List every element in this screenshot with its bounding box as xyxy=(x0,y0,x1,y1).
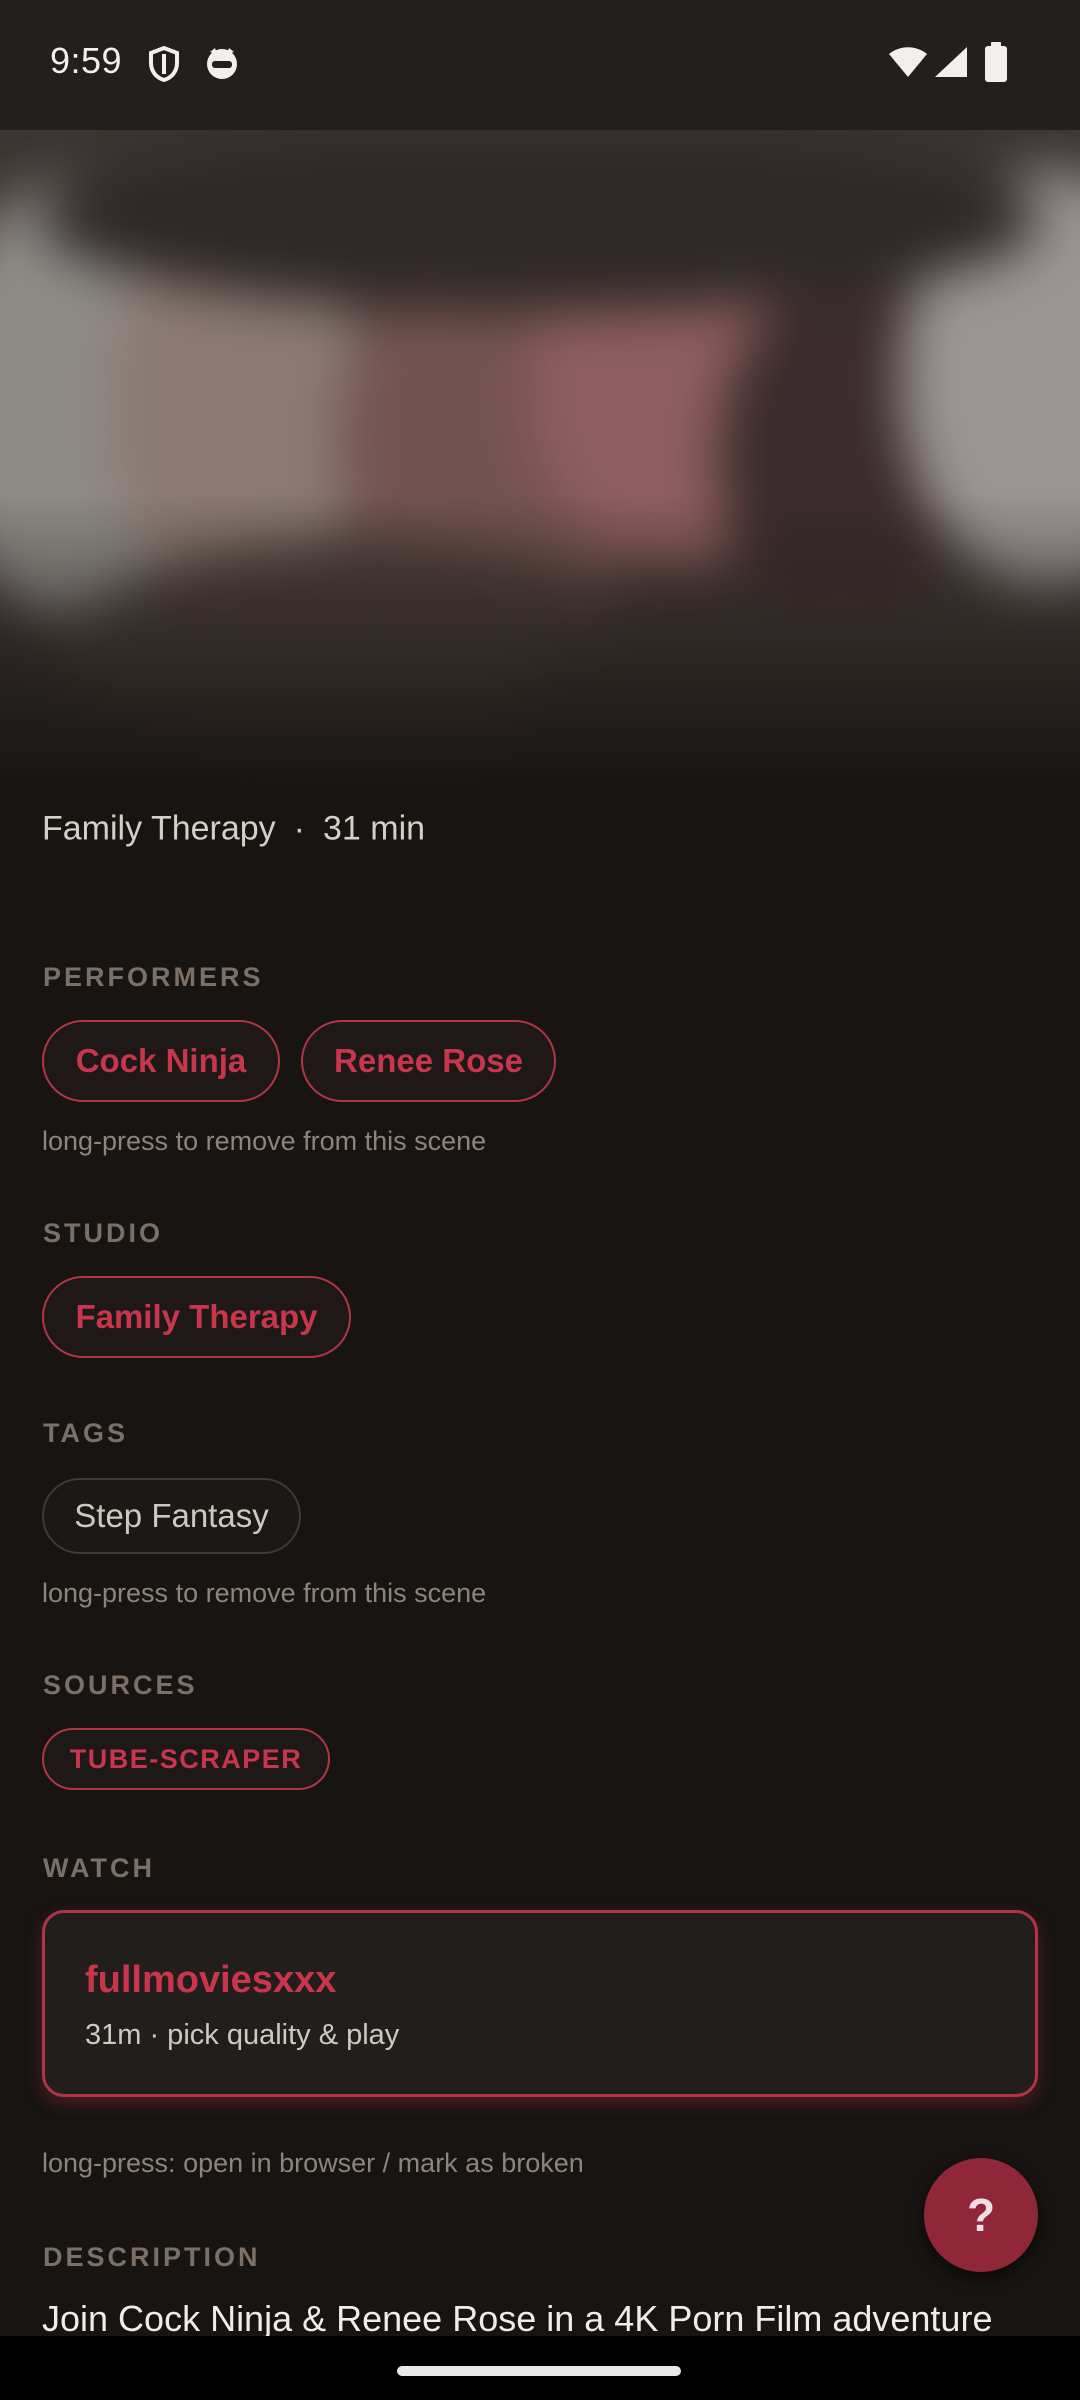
tags-label: TAGS xyxy=(43,1418,128,1448)
status-bar: 9:59 xyxy=(0,0,1080,130)
scene-studio-text: Family Therapy xyxy=(42,809,276,848)
watch-label: WATCH xyxy=(43,1853,155,1883)
performer-chip[interactable]: Renee Rose xyxy=(301,1020,556,1102)
scene-duration: 31 min xyxy=(323,809,426,848)
performer-chip[interactable]: Cock Ninja xyxy=(42,1020,280,1102)
help-icon: ? xyxy=(966,2189,996,2241)
watch-source-subtitle: 31m · pick quality & play xyxy=(85,2019,400,2051)
tag-chip[interactable]: Step Fantasy xyxy=(42,1478,301,1554)
scene-meta: Family Therapy · 31 min xyxy=(42,808,425,849)
battery-icon xyxy=(985,42,1007,87)
source-chip[interactable]: TUBE-SCRAPER xyxy=(42,1728,330,1790)
navigation-bar xyxy=(0,2336,1080,2400)
wifi-icon xyxy=(888,46,928,83)
description-label: DESCRIPTION xyxy=(43,2242,261,2272)
home-handle[interactable] xyxy=(397,2366,681,2376)
cat-mask-icon xyxy=(204,46,240,85)
status-time: 9:59 xyxy=(50,40,123,81)
watch-source-card[interactable]: fullmoviesxxx 31m · pick quality & play xyxy=(42,1910,1038,2097)
watch-source-title: fullmoviesxxx xyxy=(85,1959,337,2001)
watch-hint: long-press: open in browser / mark as br… xyxy=(42,2148,584,2178)
meta-separator: · xyxy=(293,809,305,848)
studio-chip[interactable]: Family Therapy xyxy=(42,1276,351,1358)
performers-hint: long-press to remove from this scene xyxy=(42,1126,487,1156)
scene-thumbnail[interactable] xyxy=(0,130,1080,790)
shield-icon xyxy=(148,45,180,87)
sources-label: SOURCES xyxy=(43,1670,198,1700)
help-button[interactable]: ? xyxy=(924,2158,1038,2272)
studio-label: STUDIO xyxy=(43,1218,164,1248)
tags-hint: long-press to remove from this scene xyxy=(42,1578,487,1608)
performers-label: PERFORMERS xyxy=(43,962,264,992)
signal-icon xyxy=(934,46,968,83)
description-text: Join Cock Ninja & Renee Rose in a 4K Por… xyxy=(42,2298,993,2338)
